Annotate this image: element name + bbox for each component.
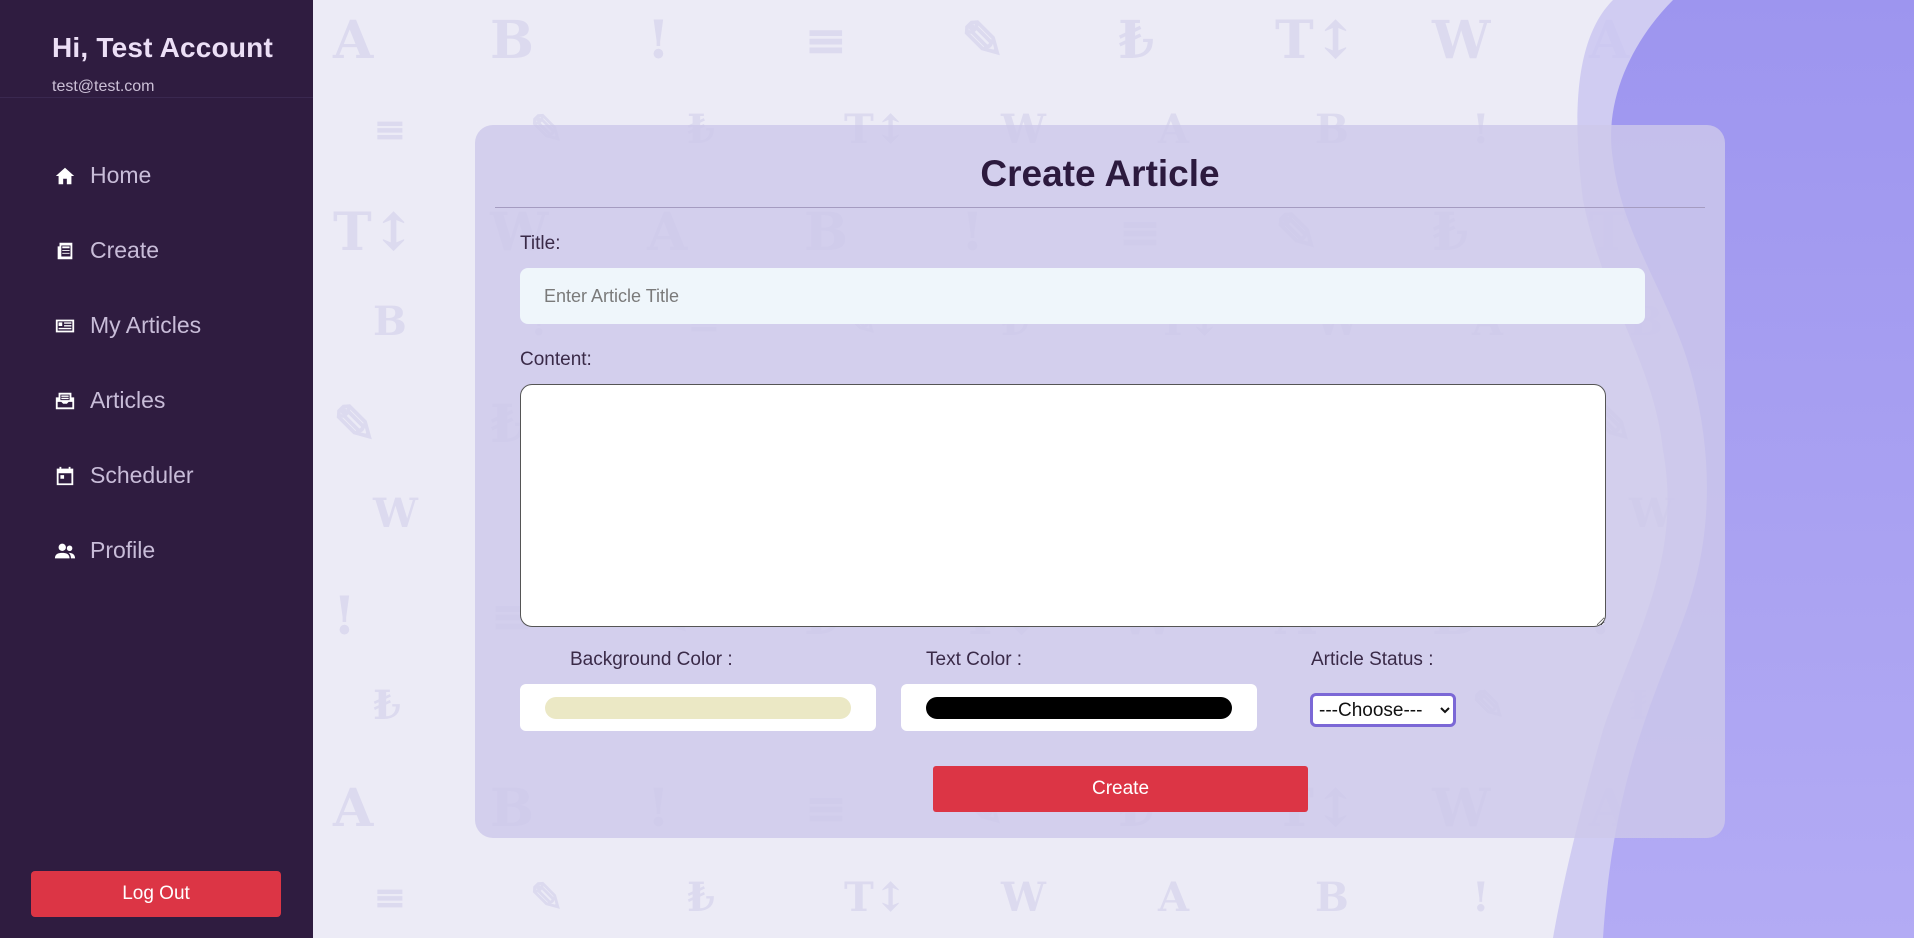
create-article-card: Create Article Title: Content: Backgroun… bbox=[475, 125, 1725, 838]
sidebar-item-my-articles[interactable]: My Articles bbox=[0, 288, 313, 363]
calendar-icon bbox=[56, 466, 74, 485]
content-textarea[interactable] bbox=[520, 384, 1606, 627]
users-icon bbox=[54, 543, 76, 558]
user-greeting: Hi, Test Account bbox=[52, 32, 273, 63]
user-email: test@test.com bbox=[52, 78, 155, 95]
logout-button[interactable]: Log Out bbox=[31, 871, 281, 917]
bg-color-swatch bbox=[545, 696, 851, 719]
title-divider bbox=[495, 207, 1705, 208]
sidebar-nav: Home Create My Articles Articles Schedul… bbox=[0, 138, 313, 588]
sidebar-item-label: My Articles bbox=[90, 312, 202, 338]
create-button[interactable]: Create bbox=[933, 766, 1308, 812]
page-title: Create Article bbox=[980, 153, 1220, 194]
article-list-icon bbox=[55, 319, 75, 332]
home-icon bbox=[55, 167, 75, 184]
bg-color-label: Background Color : bbox=[570, 649, 733, 670]
sidebar-item-home[interactable]: Home bbox=[0, 138, 313, 213]
text-color-swatch bbox=[926, 696, 1232, 719]
article-status-label: Article Status : bbox=[1311, 649, 1434, 670]
sidebar-item-label: Profile bbox=[90, 537, 156, 563]
sidebar-item-label: Home bbox=[90, 162, 152, 188]
newspaper-icon bbox=[57, 242, 73, 259]
sidebar-item-label: Articles bbox=[90, 387, 166, 413]
article-status-select[interactable]: ---Choose--- bbox=[1310, 693, 1456, 727]
inbox-icon bbox=[55, 392, 75, 409]
sidebar-item-profile[interactable]: Profile bbox=[0, 513, 313, 588]
sidebar: Hi, Test Account test@test.com Home Crea… bbox=[0, 0, 313, 938]
content-label: Content: bbox=[520, 349, 592, 370]
sidebar-item-scheduler[interactable]: Scheduler bbox=[0, 438, 313, 513]
user-header: Hi, Test Account test@test.com bbox=[0, 0, 313, 98]
text-color-label: Text Color : bbox=[926, 649, 1023, 670]
sidebar-item-create[interactable]: Create bbox=[0, 213, 313, 288]
title-input[interactable] bbox=[520, 268, 1645, 324]
sidebar-item-articles[interactable]: Articles bbox=[0, 363, 313, 438]
sidebar-item-label: Scheduler bbox=[90, 462, 194, 488]
title-label: Title: bbox=[520, 233, 561, 254]
bg-color-picker[interactable] bbox=[520, 684, 876, 731]
text-color-picker[interactable] bbox=[901, 684, 1257, 731]
sidebar-item-label: Create bbox=[90, 237, 160, 263]
